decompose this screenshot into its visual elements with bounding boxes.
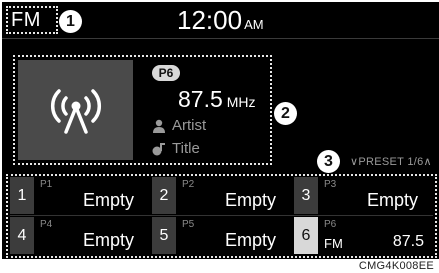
preset-station-name: Empty bbox=[366, 190, 418, 210]
preset-frequency: 87.5 bbox=[392, 233, 424, 250]
header-divider bbox=[2, 38, 439, 39]
preset-button-1[interactable]: 1 P1 Empty bbox=[10, 177, 148, 214]
preset-button-5[interactable]: 5 P5 Empty bbox=[152, 217, 290, 254]
preset-station-name: Empty bbox=[224, 190, 276, 210]
preset-button-4[interactable]: 4 P4 Empty bbox=[10, 217, 148, 254]
current-frequency: 87.5 MHz bbox=[178, 86, 256, 113]
callout-3-badge: 3 bbox=[317, 150, 340, 173]
chevron-up-icon[interactable]: ∧ bbox=[424, 156, 432, 168]
mode-label: FM bbox=[11, 9, 41, 31]
clock: 12:00 AM bbox=[177, 5, 264, 36]
preset-slot-label: P1 bbox=[40, 179, 53, 190]
callout-2-badge: 2 bbox=[274, 102, 297, 125]
preset-station-name: Empty bbox=[224, 230, 276, 250]
preset-button-6[interactable]: 6 P6 FM 87.5 bbox=[294, 217, 432, 254]
preset-row-divider bbox=[10, 215, 433, 216]
preset-button-3[interactable]: 3 P3 Empty bbox=[294, 177, 432, 214]
clock-time: 12:00 bbox=[177, 5, 243, 35]
preset-slot-label: P3 bbox=[324, 179, 337, 190]
title-label: Title bbox=[172, 140, 200, 157]
preset-page-label: PRESET 1/6 bbox=[358, 156, 424, 168]
clock-ampm: AM bbox=[244, 17, 264, 32]
preset-number: 2 bbox=[152, 177, 176, 214]
radio-antenna-icon bbox=[51, 89, 101, 134]
album-art bbox=[18, 60, 133, 160]
preset-page-indicator[interactable]: ∨PRESET 1/6∧ bbox=[350, 155, 432, 168]
preset-number: 4 bbox=[10, 217, 34, 254]
artist-row: Artist bbox=[152, 117, 206, 134]
preset-slot-label: P6 bbox=[324, 219, 337, 230]
music-note-icon bbox=[152, 142, 165, 155]
frequency-value: 87.5 bbox=[178, 86, 223, 112]
preset-station-name: Empty bbox=[82, 230, 134, 250]
radio-screen: FM 1 12:00 AM P6 87.5 MHz Artist Title 2… bbox=[2, 2, 439, 259]
preset-slot-label: P2 bbox=[182, 179, 195, 190]
figure-caption: CMG4K008EE bbox=[358, 260, 434, 272]
preset-button-2[interactable]: 2 P2 Empty bbox=[152, 177, 290, 214]
person-icon bbox=[153, 119, 165, 133]
preset-slot-label: P5 bbox=[182, 219, 195, 230]
preset-slot-label: P4 bbox=[40, 219, 53, 230]
artist-label: Artist bbox=[172, 117, 207, 134]
preset-number: 1 bbox=[10, 177, 34, 214]
preset-number: 5 bbox=[152, 217, 176, 254]
current-preset-badge: P6 bbox=[152, 65, 180, 81]
title-row: Title bbox=[152, 140, 200, 157]
frequency-unit: MHz bbox=[226, 94, 256, 110]
preset-station-name: Empty bbox=[82, 190, 134, 210]
preset-number: 6 bbox=[294, 217, 318, 254]
preset-number: 3 bbox=[294, 177, 318, 214]
callout-1-badge: 1 bbox=[59, 10, 82, 33]
preset-band: FM bbox=[324, 236, 343, 251]
